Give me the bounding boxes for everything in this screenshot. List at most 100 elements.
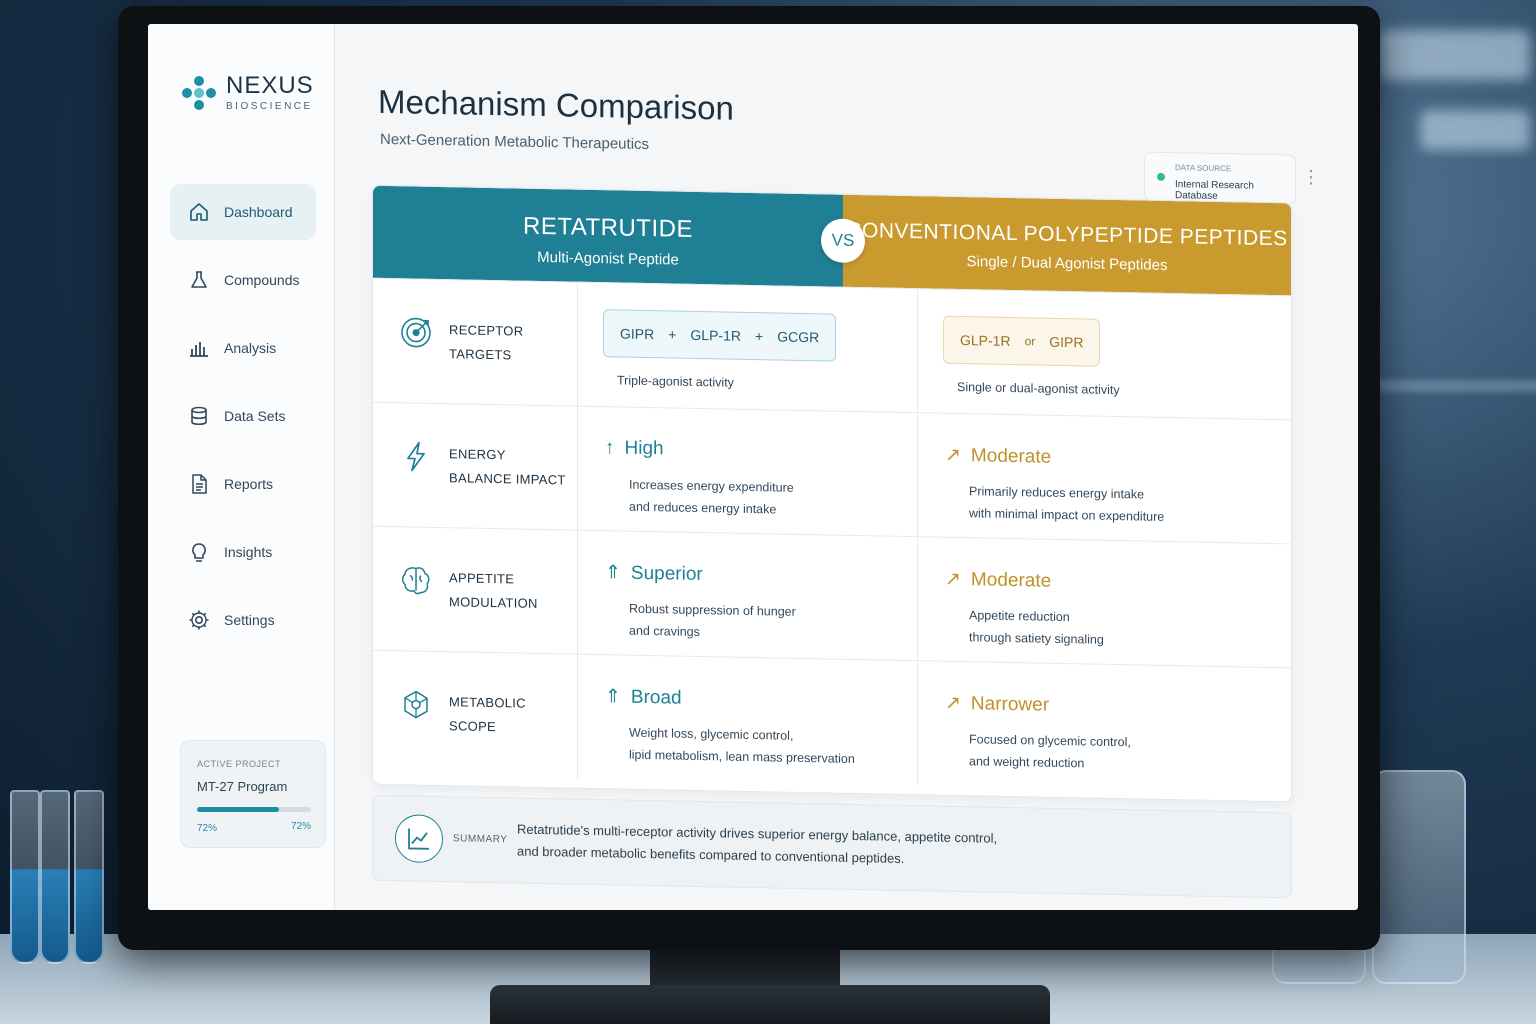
- summary-panel: SUMMARY Retatrutide's multi-receptor act…: [372, 794, 1292, 899]
- flask-icon: [188, 269, 210, 291]
- receptor-chip: GIPR: [620, 325, 655, 343]
- monitor: NEXUS BIOSCIENCE Dashboard Compounds Ana…: [118, 6, 1380, 950]
- receptor-chip: GLP-1R: [690, 326, 741, 344]
- rating-value: ↗ Moderate: [945, 568, 1052, 592]
- retatrutide-title: RETATRUTIDE: [523, 212, 693, 243]
- sidebar-item-label: Insights: [224, 544, 273, 560]
- sidebar-item-dashboard[interactable]: Dashboard: [170, 184, 316, 240]
- summary-text: Retatrutide's multi-receptor activity dr…: [517, 821, 998, 866]
- gear-icon: [188, 609, 210, 631]
- double-arrow-up-icon: ⇑: [605, 562, 621, 584]
- target-icon: [399, 315, 433, 350]
- test-tube: [10, 790, 40, 964]
- status-dot-icon: [1157, 172, 1165, 181]
- arrow-up-right-icon: ↗: [945, 444, 961, 467]
- row-label: METABOLIC SCOPE: [449, 694, 526, 735]
- active-project-name: MT-27 Program: [197, 779, 288, 794]
- cell-description: Single or dual-agonist activity: [957, 379, 1120, 398]
- cell-description: Focused on glycemic control, and weight …: [969, 732, 1131, 771]
- sidebar-item-insights[interactable]: Insights: [170, 524, 316, 580]
- comparison-row-appetite: APPETITE MODULATION ⇑ Superior Robust su…: [373, 525, 1291, 669]
- chip-separator: +: [755, 328, 764, 345]
- background-light: [1420, 110, 1530, 150]
- lightning-icon: [399, 439, 433, 474]
- monitor-stand-base: [490, 985, 1050, 1024]
- active-project-label: ACTIVE PROJECT: [197, 759, 282, 769]
- lightbulb-icon: [188, 541, 210, 563]
- row-label: APPETITE MODULATION: [449, 570, 538, 611]
- receptor-chip: GIPR: [1049, 333, 1084, 351]
- sidebar: NEXUS BIOSCIENCE Dashboard Compounds Ana…: [148, 24, 335, 910]
- summary-label: SUMMARY: [453, 833, 508, 846]
- comparison-row-metabolic-scope: METABOLIC SCOPE ⇑ Broad Weight loss, gly…: [373, 649, 1291, 793]
- arrow-up-icon: ↑: [605, 437, 615, 459]
- database-icon: [188, 405, 210, 427]
- arrow-up-right-icon: ↗: [945, 692, 961, 715]
- project-progress-right: 72%: [290, 821, 311, 832]
- sidebar-item-label: Reports: [224, 476, 274, 492]
- row-label: ENERGY BALANCE IMPACT: [449, 446, 566, 488]
- receptor-chips-conventional: GLP-1R or GIPR: [943, 315, 1101, 367]
- sidebar-item-label: Dashboard: [224, 204, 293, 220]
- data-source-badge[interactable]: DATA SOURCE Internal Research Database: [1144, 151, 1296, 205]
- double-arrow-up-icon: ⇑: [605, 686, 621, 708]
- rating-value: ↗ Narrower: [945, 692, 1050, 716]
- sidebar-item-analysis[interactable]: Analysis: [170, 320, 316, 376]
- main-content: Mechanism Comparison Next-Generation Met…: [334, 24, 1358, 910]
- cell-description: Robust suppression of hunger and craving…: [629, 601, 796, 640]
- cell-description: Primarily reduces energy intake with min…: [969, 484, 1165, 524]
- chip-separator: +: [668, 326, 677, 343]
- comparison-row-receptor-targets: RECEPTOR TARGETS GIPR + GLP-1R + GCGR Tr…: [373, 277, 1291, 421]
- rating-value: ↑ High: [605, 437, 664, 460]
- brand-logo[interactable]: NEXUS BIOSCIENCE: [182, 74, 314, 112]
- more-options-icon[interactable]: ⋮: [1302, 167, 1320, 188]
- receptor-chips-retatrutide: GIPR + GLP-1R + GCGR: [603, 309, 837, 362]
- receptor-chip: GCGR: [777, 328, 820, 346]
- brain-icon: [399, 563, 433, 598]
- data-source-label: DATA SOURCE: [1175, 163, 1232, 174]
- conventional-subtitle: Single / Dual Agonist Peptides: [966, 253, 1168, 275]
- sidebar-item-label: Settings: [224, 612, 275, 628]
- cell-description: Weight loss, glycemic control, lipid met…: [629, 725, 855, 766]
- arrow-up-right-icon: ↗: [945, 568, 961, 591]
- brand-name: NEXUS: [226, 72, 314, 99]
- sidebar-item-reports[interactable]: Reports: [170, 456, 316, 512]
- project-progress-fill: [197, 807, 280, 812]
- row-label: RECEPTOR TARGETS: [449, 322, 524, 363]
- glass-bottle: [1372, 770, 1466, 984]
- screen: NEXUS BIOSCIENCE Dashboard Compounds Ana…: [148, 24, 1358, 910]
- test-tube: [74, 790, 104, 964]
- trend-chart-icon: [395, 814, 443, 864]
- vs-badge: VS: [821, 218, 865, 264]
- sidebar-item-compounds[interactable]: Compounds: [170, 252, 316, 308]
- sidebar-item-label: Data Sets: [224, 408, 286, 424]
- molecule-icon: [399, 687, 433, 722]
- cell-description: Appetite reduction through satiety signa…: [969, 608, 1104, 647]
- sidebar-item-data-sets[interactable]: Data Sets: [170, 388, 316, 444]
- retatrutide-subtitle: Multi-Agonist Peptide: [537, 248, 679, 269]
- cell-description: Increases energy expenditure and reduces…: [629, 477, 794, 517]
- project-progress-left: 72%: [197, 823, 218, 834]
- test-tube: [40, 790, 70, 964]
- brand-subtitle: BIOSCIENCE: [226, 101, 313, 112]
- document-icon: [188, 473, 210, 495]
- rating-value: ⇑ Broad: [605, 686, 682, 709]
- active-project-card[interactable]: ACTIVE PROJECT MT-27 Program 72% 72%: [180, 740, 326, 848]
- sidebar-item-label: Compounds: [224, 272, 300, 288]
- project-progress-bar: [197, 807, 311, 812]
- comparison-row-energy-balance: ENERGY BALANCE IMPACT ↑ High Increases e…: [373, 401, 1291, 545]
- conventional-title: CONVENTIONAL POLYPEPTIDE PEPTIDES: [846, 218, 1288, 251]
- sidebar-item-settings[interactable]: Settings: [170, 592, 316, 648]
- conventional-header: CONVENTIONAL POLYPEPTIDE PEPTIDES Single…: [843, 194, 1291, 296]
- retatrutide-header: RETATRUTIDE Multi-Agonist Peptide: [373, 185, 843, 287]
- rating-value: ↗ Moderate: [945, 444, 1052, 468]
- page-subtitle: Next-Generation Metabolic Therapeutics: [380, 130, 650, 154]
- sidebar-item-label: Analysis: [224, 340, 277, 356]
- receptor-chip: GLP-1R: [960, 332, 1011, 349]
- chip-separator: or: [1024, 334, 1036, 349]
- bar-chart-icon: [188, 337, 210, 359]
- home-icon: [188, 201, 210, 223]
- sidebar-nav: Dashboard Compounds Analysis Data Sets R…: [170, 184, 316, 660]
- comparison-table: RETATRUTIDE Multi-Agonist Peptide CONVEN…: [372, 184, 1292, 803]
- background-light: [1380, 30, 1530, 80]
